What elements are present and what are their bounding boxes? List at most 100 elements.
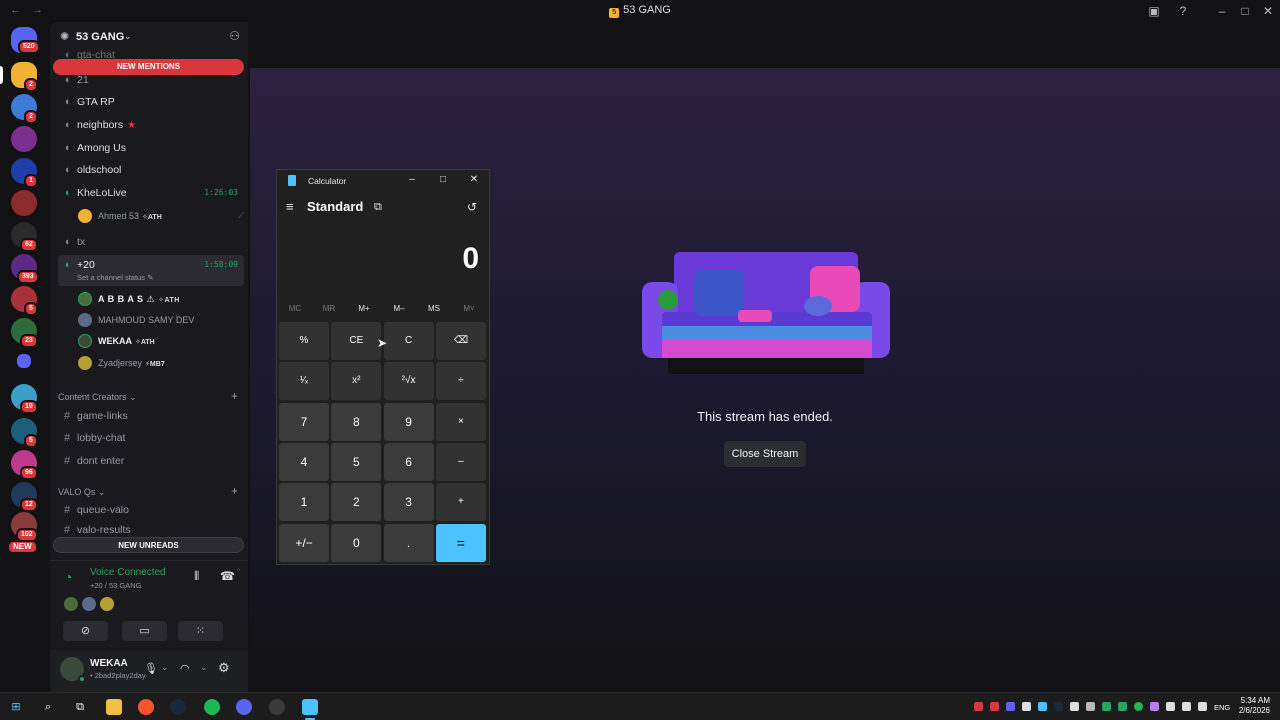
maximize-icon[interactable]: □ — [1237, 3, 1253, 19]
mic-tray-icon[interactable] — [974, 702, 983, 711]
steam-icon[interactable] — [170, 699, 186, 715]
keep-on-top-icon[interactable]: ⧉ — [374, 201, 382, 214]
channel-dont-enter[interactable]: # dont enter — [58, 451, 244, 471]
digit-8-button[interactable]: 8 — [331, 402, 382, 441]
category-valo-qs[interactable]: VALO Qs ⌄ — [58, 487, 105, 498]
hamburger-menu-icon[interactable]: ≡ — [286, 199, 294, 214]
voice-user[interactable]: A B B A S ⚠ ✧ATH — [78, 290, 180, 308]
activities-button[interactable]: ⁙ — [178, 621, 223, 641]
signal-icon[interactable]: ◔ — [64, 569, 72, 585]
voice-channel[interactable]: +20 / 53 GANG — [90, 581, 142, 590]
tray-icon[interactable] — [1102, 702, 1111, 711]
minimize-icon[interactable]: – — [1214, 3, 1230, 19]
negate-button[interactable]: +/− — [279, 523, 329, 562]
network-icon[interactable] — [1198, 702, 1207, 711]
clear-button[interactable]: C — [383, 322, 434, 360]
memory-subtract-button[interactable]: M– — [384, 304, 414, 313]
spotify-tray-icon[interactable] — [1134, 702, 1143, 711]
chevron-down-icon[interactable]: ⌄ — [200, 662, 208, 673]
channel-tx[interactable]: ◖ tx — [58, 232, 244, 252]
voice-user[interactable]: Zyadjersey ⚡MB7 — [78, 354, 165, 372]
steam-tray-icon[interactable] — [1054, 702, 1063, 711]
tray-icon[interactable] — [1086, 702, 1095, 711]
camera-off-button[interactable]: ⊘ — [63, 621, 108, 641]
close-icon[interactable]: ✕ — [467, 173, 481, 187]
record-tray-icon[interactable] — [990, 702, 999, 711]
history-icon[interactable]: ↺ — [467, 200, 477, 214]
tray-icon[interactable] — [1166, 702, 1175, 711]
voice-user[interactable]: Ahmed 53 ✧ATH ⟋ — [78, 207, 248, 225]
clock-date[interactable]: 2/6/2026 — [1239, 706, 1270, 715]
channel-plus20[interactable]: ◖ +20 1:58:09 Set a channel status ✎ — [58, 255, 244, 286]
divide-button[interactable]: ÷ — [435, 362, 486, 401]
voice-user[interactable]: MAHMOUD SAMY DEV — [78, 311, 194, 329]
memory-clear-button[interactable]: MC — [280, 304, 310, 313]
channel-valo-results[interactable]: # valo-results — [58, 524, 244, 536]
clock-time[interactable]: 5:34 AM — [1241, 696, 1270, 705]
reciprocal-button[interactable]: ¹⁄ₓ — [279, 362, 329, 401]
memory-store-button[interactable]: MS — [419, 304, 449, 313]
digit-0-button[interactable]: 0 — [331, 523, 382, 562]
screen-share-button[interactable]: ▭ — [122, 621, 167, 641]
new-badge[interactable]: NEW — [7, 540, 38, 554]
avatar[interactable] — [64, 597, 78, 611]
channel-21[interactable]: ◖ 21 — [58, 70, 244, 90]
channel-oldschool[interactable]: ◖ oldschool — [58, 160, 244, 180]
server-icon[interactable] — [11, 190, 37, 216]
gear-icon[interactable]: ⚙ — [218, 660, 230, 676]
square-root-button[interactable]: ²√x — [383, 362, 434, 401]
channel-lobby-chat[interactable]: # lobby-chat — [58, 428, 244, 448]
noise-suppression-icon[interactable]: ⦀ — [194, 569, 199, 584]
channel-neighbors[interactable]: ◖ neighbors ★ — [58, 115, 244, 135]
calculator-taskbar-icon[interactable] — [302, 699, 318, 715]
add-channel-icon[interactable]: + — [231, 484, 238, 498]
close-stream-button[interactable]: Close Stream — [724, 441, 806, 467]
maximize-icon[interactable]: □ — [436, 173, 450, 187]
tray-icon[interactable] — [1070, 702, 1079, 711]
digit-4-button[interactable]: 4 — [279, 442, 329, 481]
percent-button[interactable]: % — [279, 322, 329, 360]
decimal-button[interactable]: . — [383, 523, 434, 562]
brave-browser-icon[interactable] — [138, 699, 154, 715]
channel-game-links[interactable]: # game-links — [58, 406, 244, 426]
chevron-down-icon[interactable]: ⌄ — [161, 662, 169, 673]
minimize-icon[interactable]: – — [405, 173, 419, 187]
voice-user[interactable]: WEKAA ✧ATH — [78, 332, 155, 350]
memory-recall-button[interactable]: MR — [314, 304, 344, 313]
minus-button[interactable]: – — [435, 442, 486, 481]
discord-icon[interactable] — [236, 699, 252, 715]
spotify-icon[interactable] — [204, 699, 220, 715]
channel-queue-valo[interactable]: # queue-valo — [58, 500, 244, 520]
server-icon[interactable] — [11, 126, 37, 152]
clock-app-icon[interactable] — [269, 699, 285, 715]
add-channel-icon[interactable]: + — [231, 389, 238, 403]
memory-list-button[interactable]: M˅ — [454, 304, 484, 313]
tray-icon[interactable] — [1118, 702, 1127, 711]
clear-entry-button[interactable]: CE — [331, 322, 382, 360]
windows-start-icon[interactable]: ⊞ — [8, 699, 24, 715]
search-icon[interactable]: ⌕ — [40, 699, 56, 715]
tray-icon[interactable] — [1022, 702, 1031, 711]
add-member-icon[interactable]: ⚇ — [229, 29, 240, 43]
memory-add-button[interactable]: M+ — [349, 304, 379, 313]
avatar[interactable] — [100, 597, 114, 611]
new-unreads-pill[interactable]: NEW UNREADS — [53, 537, 244, 553]
channel-status[interactable]: Set a channel status ✎ — [77, 273, 153, 283]
channel-gta-rp[interactable]: ◖ GTA RP — [58, 92, 244, 112]
disconnect-icon[interactable]: ☎ — [220, 569, 235, 583]
digit-9-button[interactable]: 9 — [383, 402, 434, 441]
bluetooth-tray-icon[interactable] — [1006, 702, 1015, 711]
digit-6-button[interactable]: 6 — [383, 442, 434, 481]
task-view-icon[interactable]: ⧉ — [72, 699, 88, 715]
channel-khelolive[interactable]: ◖ KheLoLive 1:26:03 — [58, 183, 244, 203]
user-name[interactable]: WEKAA — [90, 658, 128, 669]
inbox-icon[interactable]: ▣ — [1146, 3, 1162, 19]
close-icon[interactable]: ✕ — [1260, 3, 1276, 19]
channel-among-us[interactable]: ◖ Among Us — [58, 138, 244, 158]
plus-button[interactable]: + — [435, 483, 486, 522]
voice-status[interactable]: Voice Connected — [90, 567, 166, 578]
headphones-icon[interactable]: ◠ — [180, 662, 190, 675]
digit-5-button[interactable]: 5 — [331, 442, 382, 481]
help-icon[interactable]: ? — [1175, 3, 1191, 19]
language-indicator[interactable]: ENG — [1214, 703, 1230, 712]
